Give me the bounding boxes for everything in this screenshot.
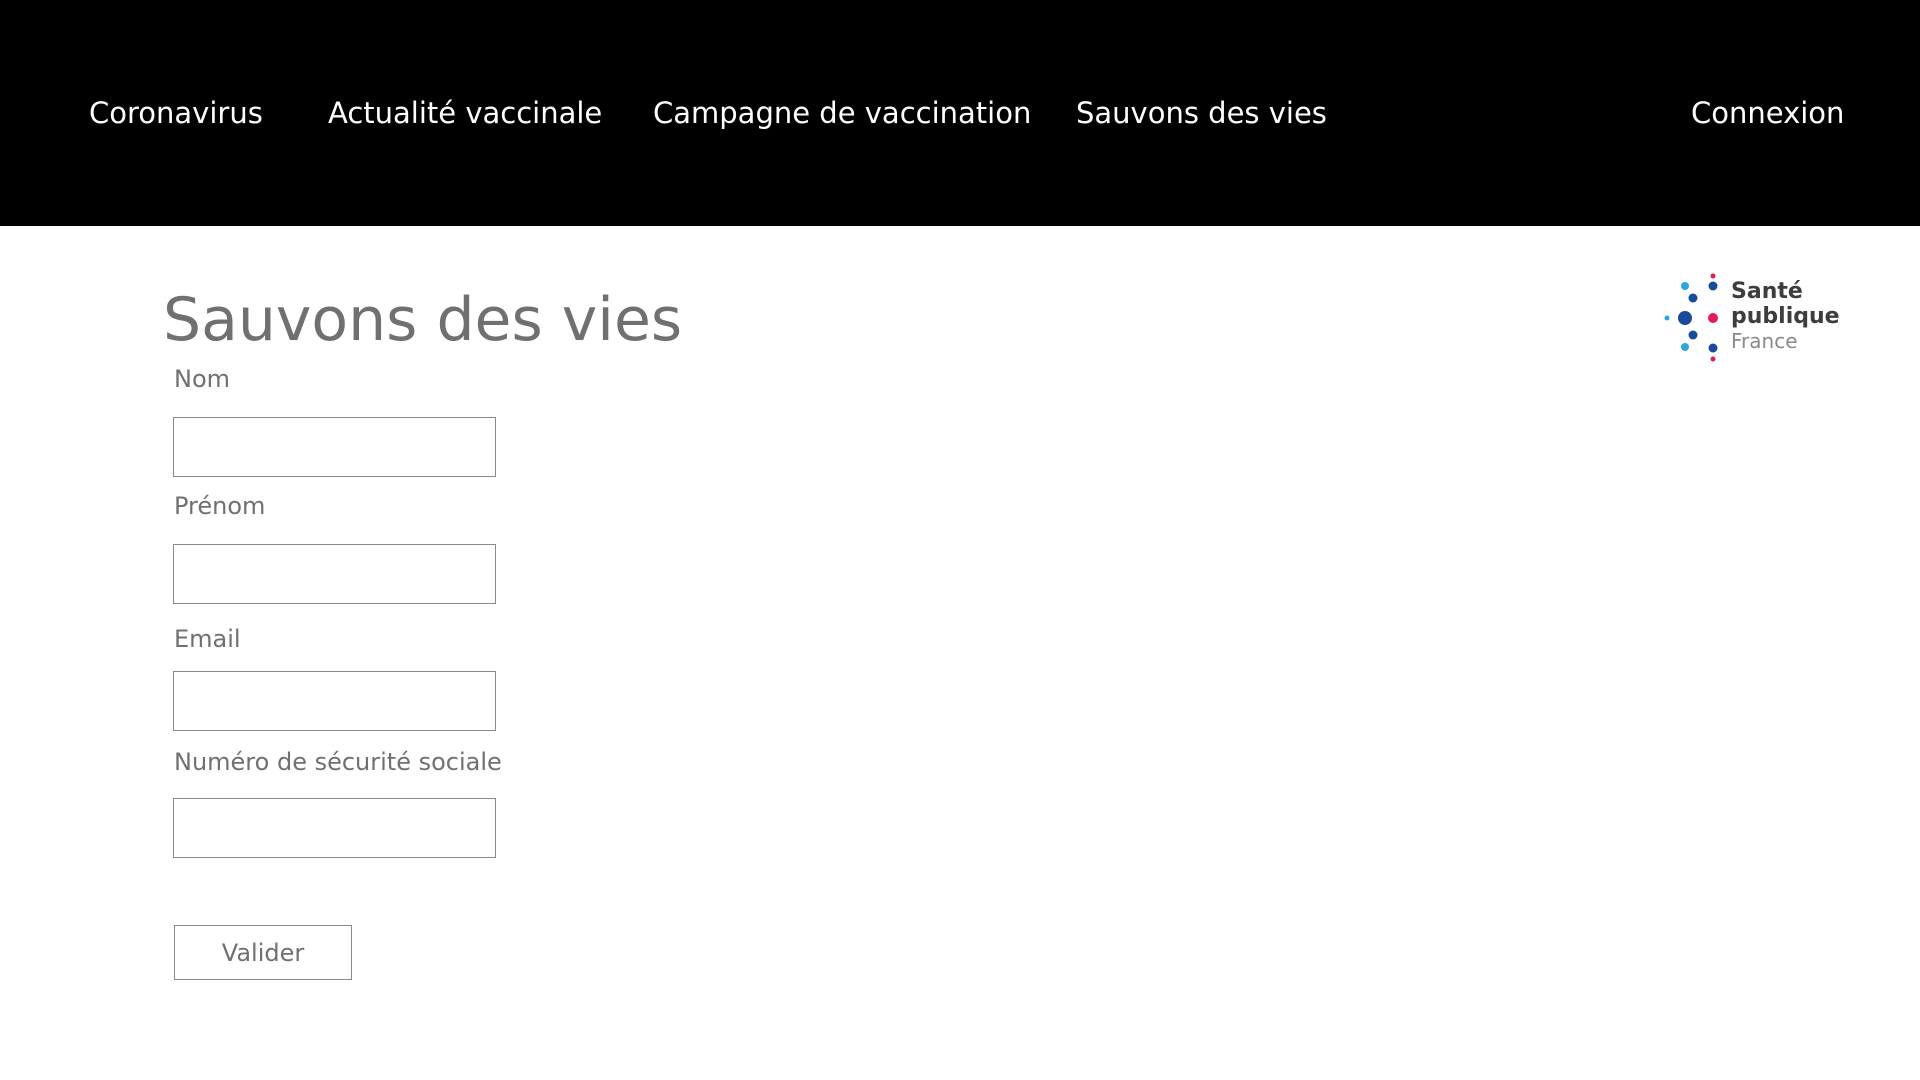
- email-input[interactable]: [173, 671, 496, 731]
- page-title: Sauvons des vies: [163, 285, 683, 355]
- logo-line-2: publique: [1731, 304, 1840, 329]
- nav-item-coronavirus[interactable]: Coronavirus: [89, 93, 263, 133]
- email-label: Email: [174, 625, 241, 653]
- logo-line-1: Santé: [1731, 279, 1803, 304]
- logo-sante-publique-france: Santé publique France: [1662, 268, 1840, 364]
- valider-button[interactable]: Valider: [174, 925, 352, 980]
- prenom-input[interactable]: [173, 544, 496, 604]
- logo-line-3: France: [1731, 329, 1798, 353]
- logo-wordmark: Santé publique France: [1731, 279, 1840, 354]
- logo-dots-icon: [1664, 273, 1718, 362]
- numero-securite-sociale-input[interactable]: [173, 798, 496, 858]
- prenom-label: Prénom: [174, 492, 266, 520]
- nom-input[interactable]: [173, 417, 496, 477]
- numero-securite-sociale-label: Numéro de sécurité sociale: [174, 748, 502, 776]
- nav-item-sauvons-des-vies[interactable]: Sauvons des vies: [1076, 93, 1327, 133]
- nom-label: Nom: [174, 365, 231, 393]
- login-link[interactable]: Connexion: [1691, 93, 1844, 133]
- nav-item-actualite-vaccinale[interactable]: Actualité vaccinale: [328, 93, 602, 133]
- nav-item-campagne-de-vaccination[interactable]: Campagne de vaccination: [653, 93, 1031, 133]
- top-navigation-bar: Coronavirus Actualité vaccinale Campagne…: [0, 0, 1920, 226]
